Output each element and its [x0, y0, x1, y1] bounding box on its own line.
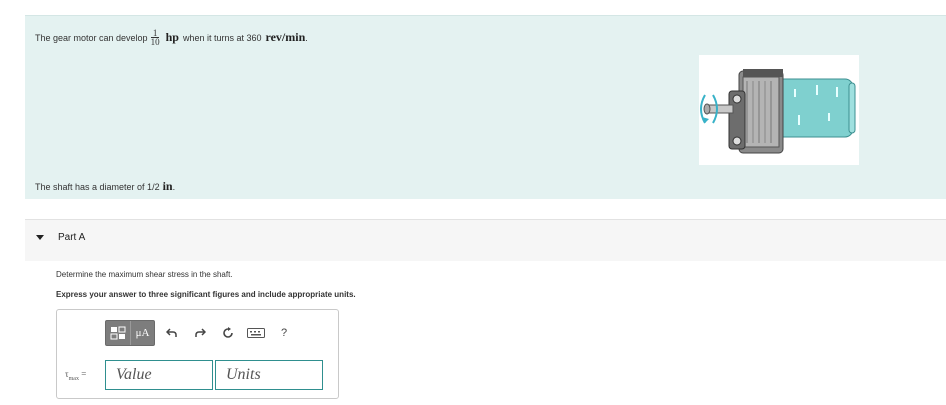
gear-motor-image [699, 55, 859, 165]
redo-icon[interactable] [189, 322, 211, 344]
help-icon[interactable]: ? [273, 322, 295, 344]
answer-row: τmax = [65, 360, 323, 390]
equals-sign: = [81, 368, 87, 379]
answer-variable: τmax = [65, 369, 105, 382]
part-a-header[interactable]: Part A [25, 219, 946, 261]
reset-icon[interactable] [217, 322, 239, 344]
intro-middle: when it turns at 360 [182, 32, 262, 43]
intro-prefix: The gear motor can develop [35, 32, 148, 43]
collapse-triangle-icon[interactable] [36, 235, 44, 240]
part-a-title: Part A [58, 232, 86, 243]
keyboard-icon[interactable] [245, 322, 267, 344]
templates-icon [110, 326, 126, 340]
templates-button[interactable] [106, 321, 130, 345]
value-input[interactable] [105, 360, 213, 390]
units-symbol: μA [135, 327, 150, 339]
shaft-end: . [172, 181, 176, 192]
intro-line: The gear motor can develop 1 10 hp when … [35, 29, 308, 47]
question-text: Determine the maximum shear stress in th… [56, 270, 233, 279]
problem-statement: The gear motor can develop 1 10 hp when … [25, 15, 946, 199]
help-label: ? [280, 327, 288, 339]
power-unit: hp [165, 30, 179, 44]
answer-box: μA ? τmax = [56, 309, 339, 399]
template-tool-group: μA [105, 320, 155, 346]
power-fraction: 1 10 [150, 29, 160, 47]
shaft-diameter-line: The shaft has a diameter of 1/2 in . [35, 179, 175, 194]
gear-motor-illustration [700, 69, 856, 154]
equation-toolbar: μA ? [105, 320, 295, 346]
tau-subscript: max [68, 375, 79, 382]
units-button[interactable]: μA [130, 321, 154, 345]
intro-end: . [305, 32, 308, 43]
shaft-prefix: The shaft has a diameter of 1/2 [35, 181, 160, 192]
fraction-denominator: 10 [150, 37, 160, 47]
shaft-unit: in [162, 179, 173, 193]
instruction-text: Express your answer to three significant… [56, 290, 356, 299]
speed-unit: rev/min [265, 30, 306, 44]
units-input[interactable] [215, 360, 323, 390]
undo-icon[interactable] [161, 322, 183, 344]
